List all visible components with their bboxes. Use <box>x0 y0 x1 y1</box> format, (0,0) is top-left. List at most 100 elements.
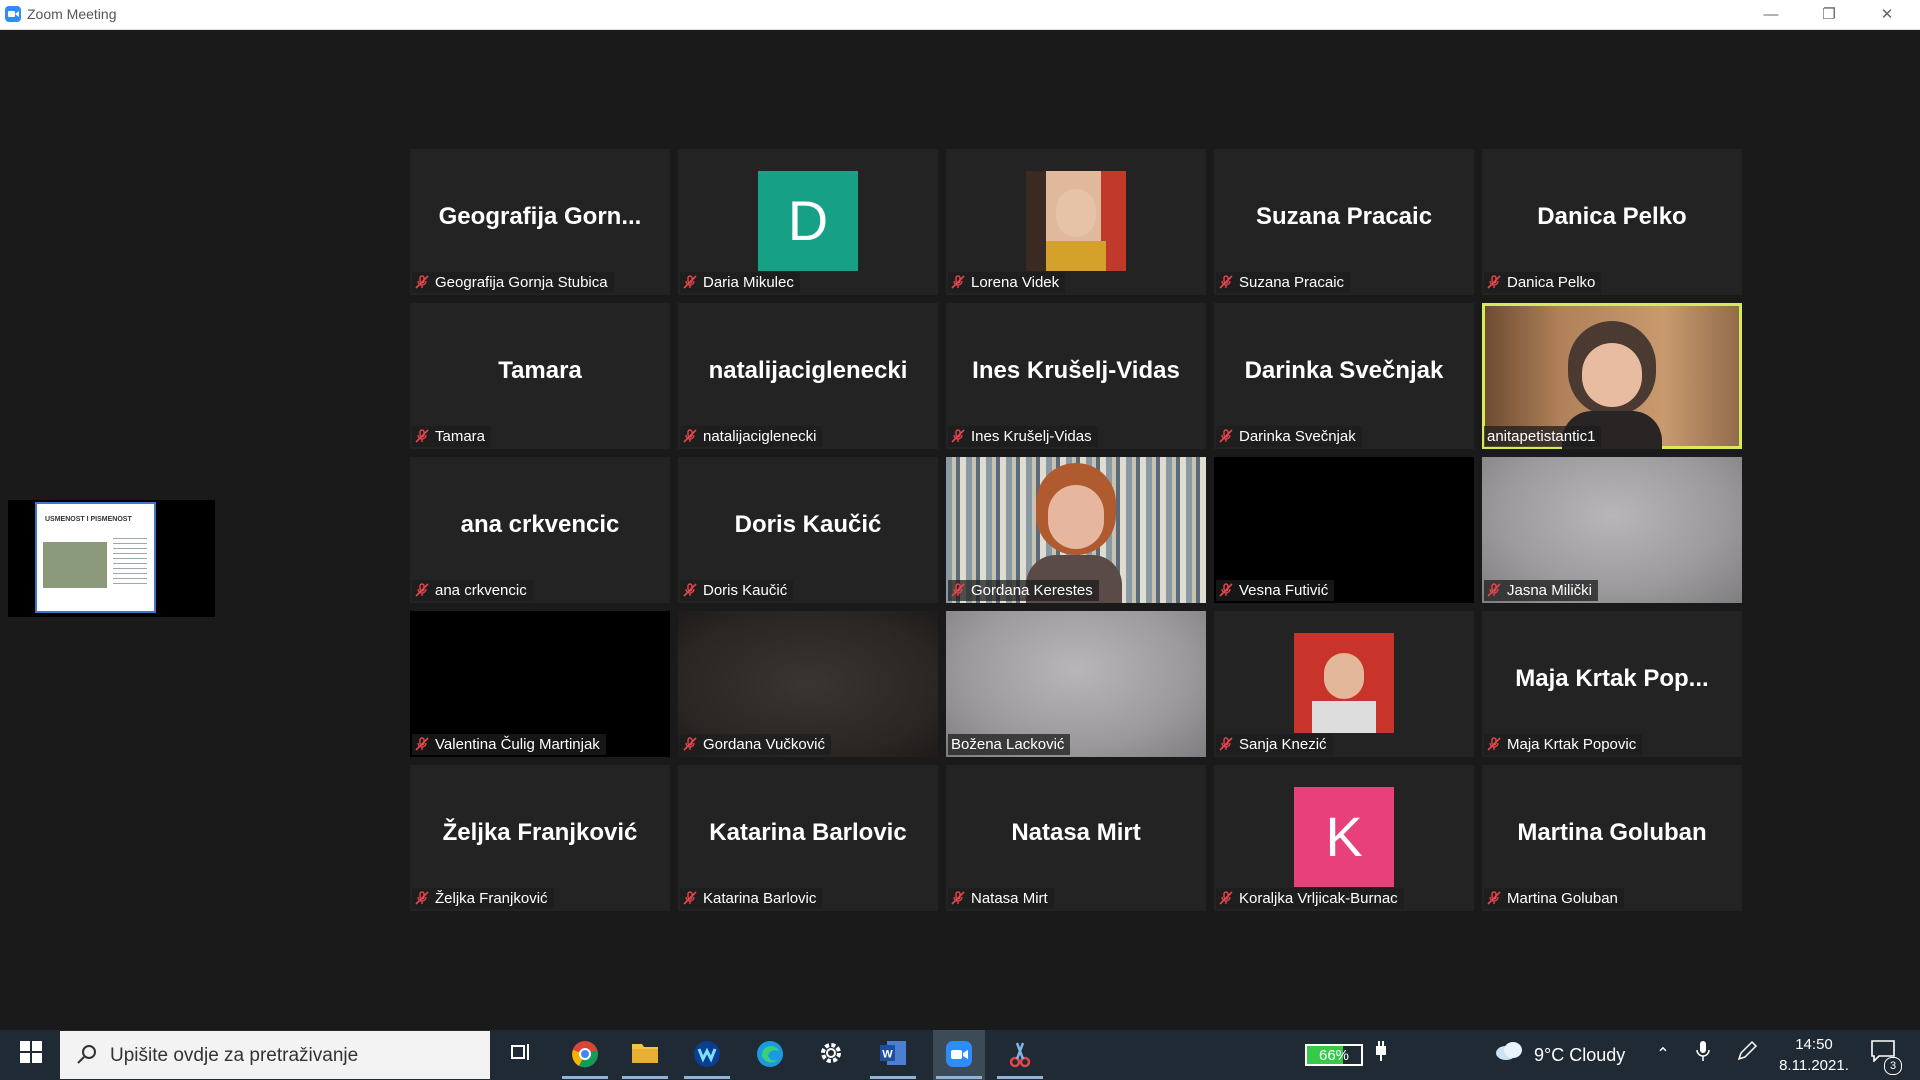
participant-display-name: Doris Kaučić <box>734 511 882 538</box>
participant-tile[interactable]: Gordana Vučković <box>678 611 938 757</box>
participant-name: Doris Kaučić <box>703 582 788 599</box>
battery-indicator[interactable]: 66% <box>1305 1044 1363 1066</box>
participant-name-label: Martina Goluban <box>1484 888 1624 909</box>
participant-name: Željka Franjković <box>435 890 548 907</box>
participant-tile[interactable]: Tamara Tamara <box>410 303 670 449</box>
participant-tile[interactable]: ana crkvencic ana crkvencic <box>410 457 670 603</box>
participant-display-name: Željka Franjković <box>442 819 638 846</box>
slide-image <box>43 542 107 588</box>
participant-name-label: Sanja Knezić <box>1216 734 1333 755</box>
participant-tile[interactable]: Natasa Mirt Natasa Mirt <box>946 765 1206 911</box>
participant-tile[interactable]: Geografija Gorn... Geografija Gornja Stub… <box>410 149 670 295</box>
search-input[interactable]: Upišite ovdje za pretraživanje <box>110 1045 358 1067</box>
participant-name: natalijaciglenecki <box>703 428 817 445</box>
participant-tile[interactable]: natalijaciglenecki natalijaciglenecki <box>678 303 938 449</box>
participant-tile[interactable]: Katarina Barlovic Katarina Barlovic <box>678 765 938 911</box>
mic-muted-icon <box>683 428 703 445</box>
battery-percent: 66% <box>1318 1047 1350 1064</box>
cloud-weather-icon[interactable] <box>1494 1040 1524 1070</box>
participant-name-label: anitapetistantic1 <box>1484 426 1602 447</box>
participant-name: Suzana Pracaic <box>1239 274 1345 291</box>
participant-display-name: natalijaciglenecki <box>708 357 908 384</box>
mic-muted-icon <box>1219 428 1239 445</box>
participant-name-label: natalijaciglenecki <box>680 426 823 447</box>
participant-tile[interactable]: Doris Kaučić Doris Kaučić <box>678 457 938 603</box>
participant-name-label: Gordana Vučković <box>680 734 832 755</box>
search-icon <box>76 1043 98 1070</box>
mic-muted-icon <box>951 428 971 445</box>
participant-name-label: Vesna Futivić <box>1216 580 1335 601</box>
chevron-up-icon[interactable]: ⌃ <box>1648 1040 1678 1070</box>
task-view-icon[interactable] <box>505 1040 535 1070</box>
participant-name: Tamara <box>435 428 486 445</box>
settings-gear-icon[interactable] <box>816 1040 846 1070</box>
title-bar: Zoom Meeting — ❐ ✕ <box>0 0 1920 30</box>
windows-start-icon[interactable] <box>16 1040 46 1070</box>
weather-text[interactable]: 9°C Cloudy <box>1534 1045 1625 1066</box>
mic-muted-icon <box>415 736 435 753</box>
slide-title: USMENOST I PISMENOST <box>45 516 132 523</box>
word-icon[interactable]: W <box>878 1040 908 1070</box>
clock-time[interactable]: 14:50 <box>1777 1036 1851 1053</box>
snip-tool-icon[interactable] <box>1005 1040 1035 1070</box>
participant-name: Koraljka Vrljicak-Burnac <box>1239 890 1398 907</box>
participant-tile[interactable]: Ines Krušelj-Vidas Ines Krušelj-Vidas <box>946 303 1206 449</box>
participant-name: Danica Pelko <box>1507 274 1596 291</box>
taskbar-search[interactable]: Upišite ovdje za pretraživanje <box>60 1031 490 1079</box>
participant-name: Jasna Milički <box>1507 582 1593 599</box>
participant-tile[interactable]: Darinka Svečnjak Darinka Svečnjak <box>1214 303 1474 449</box>
mic-muted-icon <box>1487 890 1507 907</box>
participant-tile[interactable]: Jasna Milički <box>1482 457 1742 603</box>
participant-tile[interactable]: Božena Lacković <box>946 611 1206 757</box>
participant-tile[interactable]: anitapetistantic1 <box>1482 303 1742 449</box>
participant-tile[interactable]: D Daria Mikulec <box>678 149 938 295</box>
participant-name: Gordana Kerestes <box>971 582 1093 599</box>
chrome-icon[interactable] <box>570 1040 600 1070</box>
file-explorer-icon[interactable] <box>630 1040 660 1070</box>
svg-text:W: W <box>882 1049 893 1061</box>
zoom-taskbar-icon[interactable] <box>944 1040 974 1070</box>
participant-name: Sanja Knezić <box>1239 736 1327 753</box>
participant-tile[interactable]: Vesna Futivić <box>1214 457 1474 603</box>
participant-name-label: Doris Kaučić <box>680 580 794 601</box>
participant-name-label: Ines Krušelj-Vidas <box>948 426 1098 447</box>
participant-tile[interactable]: Valentina Čulig Martinjak <box>410 611 670 757</box>
participant-tile[interactable]: Lorena Videk <box>946 149 1206 295</box>
participant-tile[interactable]: Martina Goluban Martina Goluban <box>1482 765 1742 911</box>
participant-display-name: Danica Pelko <box>1537 203 1687 230</box>
participant-tile[interactable]: Danica Pelko Danica Pelko <box>1482 149 1742 295</box>
screen-share-thumbnail[interactable]: USMENOST I PISMENOST <box>8 500 215 617</box>
webex-icon[interactable] <box>692 1040 722 1070</box>
participant-tile[interactable]: Maja Krtak Pop... Maja Krtak Popovic <box>1482 611 1742 757</box>
participant-tile[interactable]: Suzana Pracaic Suzana Pracaic <box>1214 149 1474 295</box>
participant-name-label: Lorena Videk <box>948 272 1066 293</box>
microphone-icon[interactable] <box>1688 1040 1718 1070</box>
participant-name-label: Tamara <box>412 426 492 447</box>
mic-muted-icon <box>1219 736 1239 753</box>
mic-muted-icon <box>415 890 435 907</box>
pen-icon[interactable] <box>1732 1040 1762 1070</box>
participant-display-name: Tamara <box>498 357 582 384</box>
minimize-button[interactable]: — <box>1742 0 1800 29</box>
participant-tile[interactable]: K Koraljka Vrljicak-Burnac <box>1214 765 1474 911</box>
participant-tile[interactable]: Sanja Knezić <box>1214 611 1474 757</box>
participant-name-label: Gordana Kerestes <box>948 580 1099 601</box>
meeting-stage: USMENOST I PISMENOST Geografija Gorn... G… <box>0 30 1920 1030</box>
participant-avatar: D <box>758 171 858 271</box>
participant-tile[interactable]: Željka Franjković Željka Franjković <box>410 765 670 911</box>
notification-count-badge: 3 <box>1884 1057 1902 1075</box>
mic-muted-icon <box>951 274 971 291</box>
clock-date[interactable]: 8.11.2021. <box>1777 1057 1851 1074</box>
participant-name: Darinka Svečnjak <box>1239 428 1356 445</box>
restore-button[interactable]: ❐ <box>1800 0 1858 29</box>
participant-name-label: Željka Franjković <box>412 888 554 909</box>
mic-muted-icon <box>1219 274 1239 291</box>
edge-icon[interactable] <box>755 1040 785 1070</box>
participant-tile[interactable]: Gordana Kerestes <box>946 457 1206 603</box>
mic-muted-icon <box>415 582 435 599</box>
participant-name: Božena Lacković <box>951 736 1065 753</box>
mic-muted-icon <box>1487 274 1507 291</box>
participant-name: Maja Krtak Popovic <box>1507 736 1637 753</box>
participant-name-label: Katarina Barlovic <box>680 888 823 909</box>
close-button[interactable]: ✕ <box>1858 0 1916 29</box>
